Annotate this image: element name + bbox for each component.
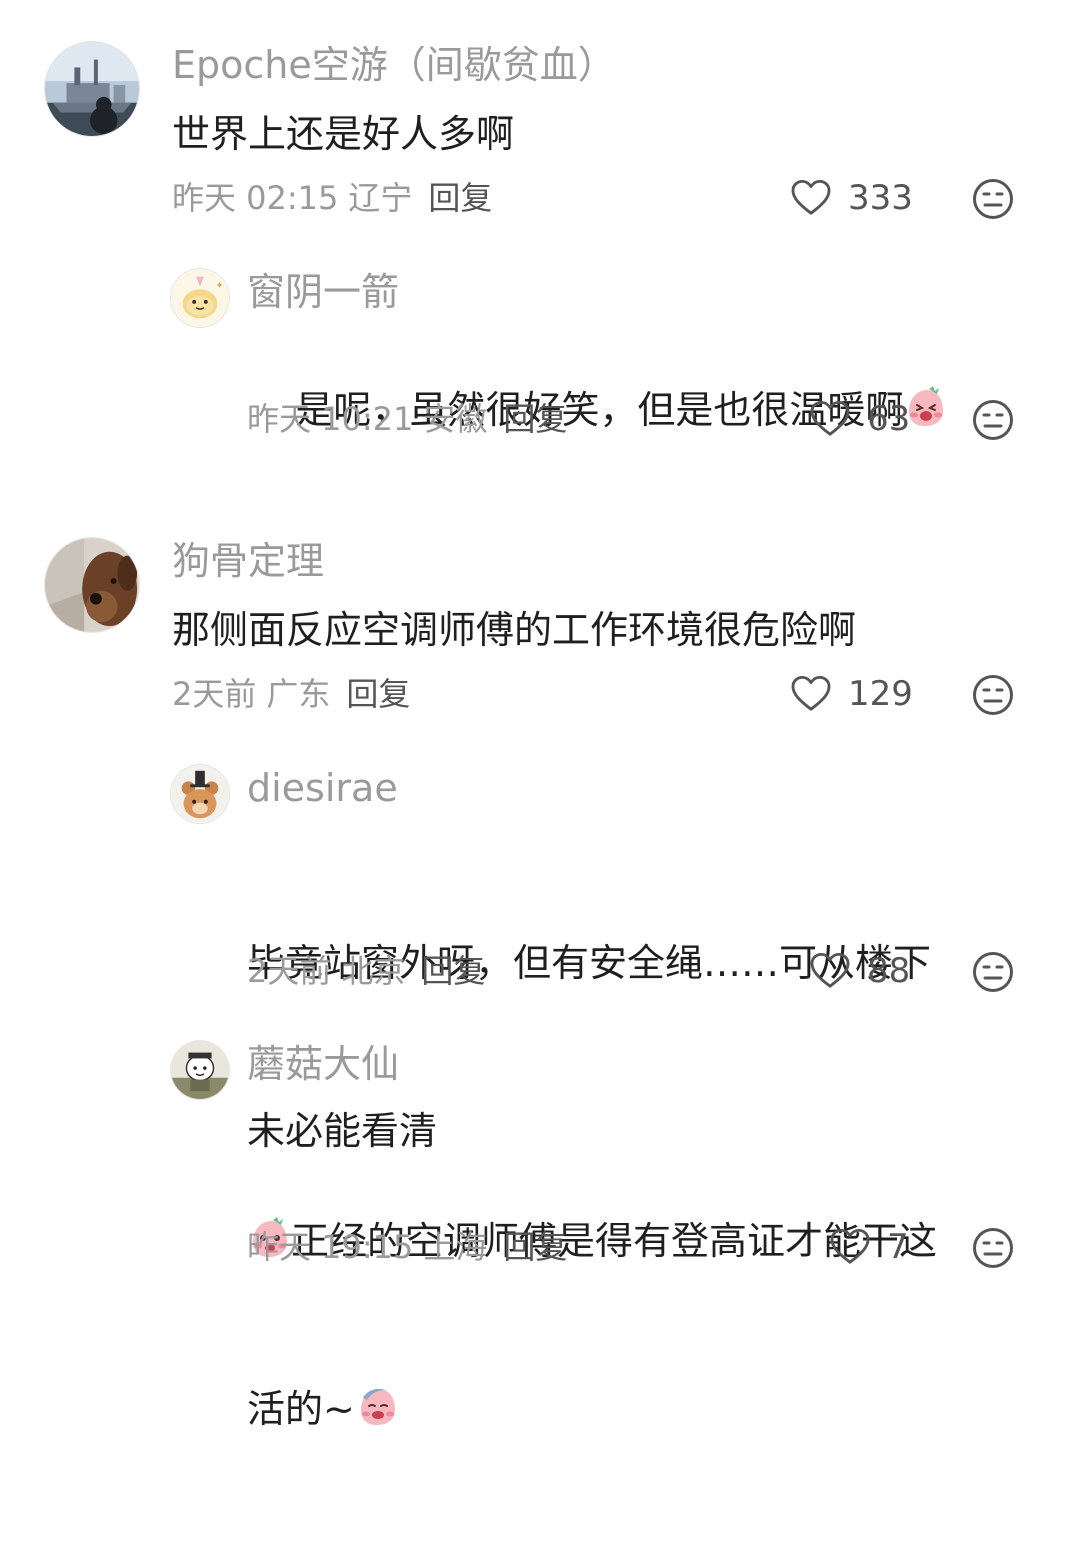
comment-meta: 2天前 北京 回复 — [247, 951, 485, 991]
username[interactable]: diesirae — [247, 765, 398, 811]
comment-location: 安徽 — [423, 400, 488, 438]
pink-blush-face-emoji-icon — [355, 1384, 399, 1428]
svg-text:✦: ✦ — [215, 280, 223, 291]
username[interactable]: 狗骨定理 — [172, 538, 324, 584]
avatar[interactable] — [170, 1040, 230, 1100]
comment-meta: 昨天 19:15 上海 回复 — [247, 1227, 567, 1267]
avatar[interactable] — [44, 537, 140, 633]
comment-location: 广东 — [266, 675, 331, 713]
comment-text: 正经的空调师傅是得有登高证才能干这 活的~ — [247, 1101, 1047, 1549]
heart-outline-icon — [830, 1228, 870, 1264]
like-count: 333 — [848, 178, 913, 218]
neutral-face-icon — [973, 1228, 1013, 1268]
comment-text-content: 活的~ — [247, 1387, 355, 1431]
dog-photo-avatar-icon — [45, 538, 139, 632]
like-count: 129 — [848, 674, 913, 714]
like-button[interactable]: 333 — [790, 178, 913, 218]
like-button[interactable]: 63 — [809, 399, 910, 439]
neutral-face-icon — [973, 179, 1013, 219]
cartoon-character-avatar-icon — [171, 1041, 229, 1099]
comment-location: 上海 — [423, 1228, 488, 1266]
avatar[interactable]: ✦ — [170, 268, 230, 328]
comment-time: 昨天 02:15 — [172, 179, 339, 217]
comment-meta: 2天前 广东 回复 — [172, 674, 410, 714]
username[interactable]: 窗阴一箭 — [247, 269, 399, 315]
reply-item: ✦ 窗阴一箭 是呢，虽然很好笑，但是也很温暖啊 昨天 10:21 安徽 回复 63 — [0, 240, 1079, 460]
comment-time: 昨天 19:15 — [247, 1228, 414, 1266]
heart-outline-icon — [791, 179, 831, 215]
comment-item: 狗骨定理 那侧面反应空调师傅的工作环境很危险啊 2天前 广东 回复 129 — [0, 520, 1079, 740]
apple-cartoon-avatar-icon: ✦ — [171, 269, 229, 327]
like-button[interactable]: 129 — [790, 674, 913, 714]
avatar[interactable] — [44, 41, 140, 137]
reply-button[interactable]: 回复 — [346, 675, 410, 713]
like-button[interactable]: 88 — [809, 951, 910, 991]
comment-item: Epoche空游（间歇贫血） 世界上还是好人多啊 昨天 02:15 辽宁 回复 33… — [0, 0, 1079, 240]
heart-outline-icon — [791, 675, 831, 711]
heart-outline-icon — [810, 400, 850, 436]
comment-text: 世界上还是好人多啊 — [172, 112, 515, 156]
dislike-button[interactable] — [972, 178, 1014, 220]
comment-location: 北京 — [341, 952, 406, 990]
comment-meta: 昨天 02:15 辽宁 回复 — [172, 178, 492, 218]
reply-item: diesirae 毕竟站窗外呀，但有安全绳……可从楼下 未必能看清 2天前 北京回… — [0, 740, 1079, 1153]
avatar[interactable] — [170, 764, 230, 824]
reply-button[interactable]: 回复 — [503, 1228, 567, 1266]
neutral-face-icon — [973, 400, 1013, 440]
reply-button[interactable]: 回复 — [421, 952, 485, 990]
username[interactable]: 蘑菇大仙 — [247, 1041, 399, 1087]
comment-text: 那侧面反应空调师傅的工作环境很危险啊 — [172, 608, 857, 652]
neutral-face-icon — [973, 675, 1013, 715]
like-count: 88 — [867, 951, 911, 991]
heart-outline-icon — [810, 952, 850, 988]
neutral-face-icon — [973, 952, 1013, 992]
comment-meta: 昨天 10:21 安徽 回复 — [247, 399, 567, 439]
reply-button[interactable]: 回复 — [503, 400, 567, 438]
like-count: 63 — [867, 399, 911, 439]
dislike-button[interactable] — [972, 951, 1014, 993]
reply-button[interactable]: 回复 — [428, 179, 492, 217]
comment-text-line: 活的~ — [247, 1381, 1047, 1437]
comment-time: 昨天 10:21 — [247, 400, 414, 438]
comment-location: 辽宁 — [348, 179, 413, 217]
dislike-button[interactable] — [972, 1227, 1014, 1269]
like-button[interactable]: 7 — [829, 1227, 909, 1267]
comment-time: 2天前 — [172, 675, 257, 713]
dislike-button[interactable] — [972, 674, 1014, 716]
reply-item: 蘑菇大仙 正经的空调师傅是得有登高证才能干这 活的~ 昨天 19:15 上海 回复 … — [0, 1020, 1079, 1431]
warship-avatar-icon — [45, 42, 139, 136]
dislike-button[interactable] — [972, 399, 1014, 441]
username[interactable]: Epoche空游（间歇贫血） — [172, 42, 616, 88]
bear-cartoon-avatar-icon — [171, 765, 229, 823]
like-count: 7 — [887, 1227, 909, 1267]
comment-time: 2天前 — [247, 952, 332, 990]
